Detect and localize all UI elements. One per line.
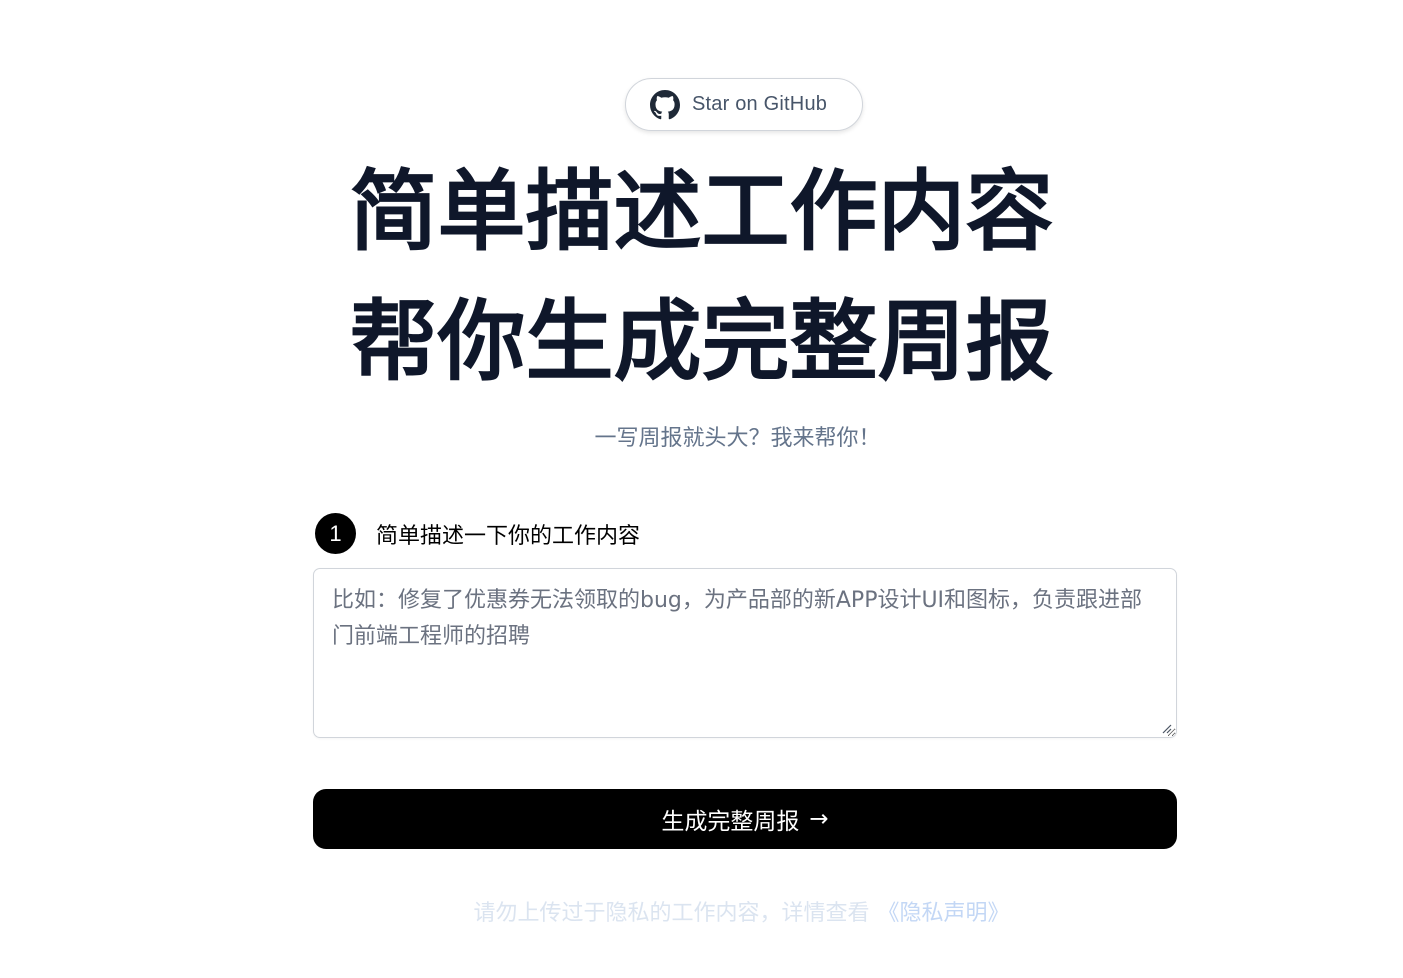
- hero-title-line2: 帮你生成完整周报: [349, 290, 1054, 393]
- hero-subtitle: 一写周报就头大？我来帮你！: [594, 426, 881, 451]
- generate-report-button[interactable]: 生成完整周报 →: [313, 789, 1177, 849]
- generate-report-label: 生成完整周报: [661, 809, 800, 835]
- privacy-notice-text: 请勿上传过于隐私的工作内容，详情查看: [473, 901, 870, 926]
- step-number-badge: 1: [315, 513, 356, 554]
- github-icon: [650, 89, 680, 119]
- step-1-header: 1 简单描述一下你的工作内容: [315, 513, 640, 554]
- step-1-label: 简单描述一下你的工作内容: [376, 523, 641, 549]
- star-on-github-label: Star on GitHub: [692, 93, 828, 115]
- privacy-notice: 请勿上传过于隐私的工作内容，详情查看 《隐私声明》: [0, 895, 1403, 927]
- arrow-right-icon: →: [809, 806, 829, 832]
- work-description-input[interactable]: [313, 568, 1177, 738]
- privacy-policy-link[interactable]: 《隐私声明》: [878, 901, 1010, 926]
- page: Star on GitHub 简单描述工作内容 帮你生成完整周报 一写周报就头大…: [0, 0, 1403, 978]
- star-on-github-button[interactable]: Star on GitHub: [625, 78, 863, 131]
- hero-title-line1: 简单描述工作内容: [349, 160, 1054, 263]
